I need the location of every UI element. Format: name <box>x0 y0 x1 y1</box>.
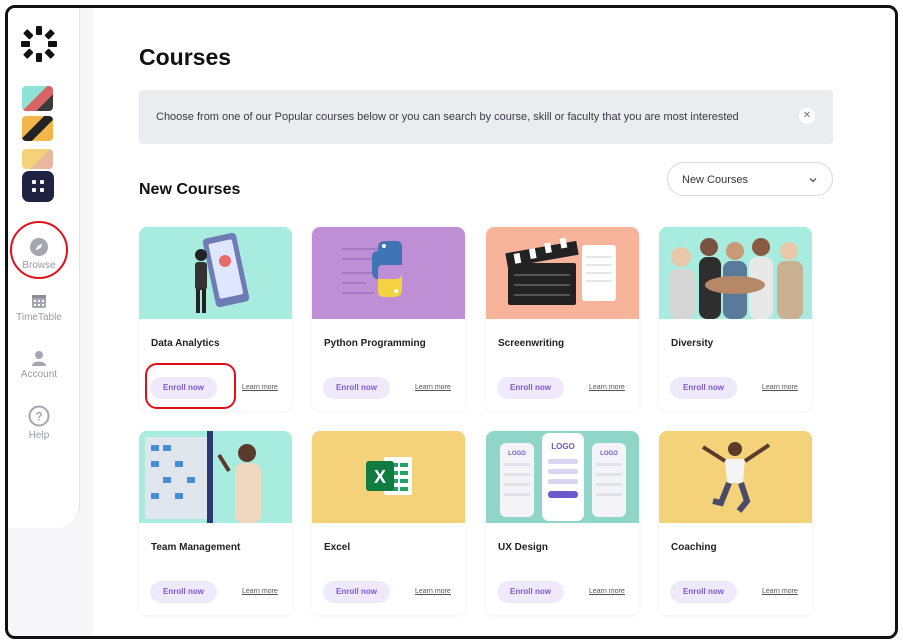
course-title: UX Design <box>498 542 549 553</box>
enroll-button[interactable]: Enroll now <box>670 581 737 603</box>
avatar[interactable] <box>22 116 53 141</box>
course-filter-dropdown[interactable]: New Courses <box>667 162 833 196</box>
svg-text:?: ? <box>35 410 42 424</box>
info-banner: Choose from one of our Popular courses b… <box>139 90 833 144</box>
learn-more-link[interactable]: Learn more <box>415 384 451 391</box>
course-title: Excel <box>324 542 351 553</box>
learn-more-link[interactable]: Learn more <box>589 384 625 391</box>
logo-icon <box>21 26 57 62</box>
nav-timetable[interactable]: TimeTable <box>8 293 70 323</box>
enroll-button[interactable]: Enroll now <box>497 377 564 399</box>
page-title: Courses <box>139 44 232 70</box>
course-image <box>486 227 639 319</box>
close-icon[interactable]: ✕ <box>799 108 815 124</box>
app-window: Browse TimeTable Account ? Help Courses … <box>5 5 898 639</box>
svg-text:X: X <box>374 467 386 487</box>
nav-help[interactable]: ? Help <box>8 405 70 441</box>
enroll-button[interactable]: Enroll now <box>497 581 564 603</box>
nav-label: Help <box>28 430 50 441</box>
enroll-button[interactable]: Enroll now <box>150 581 217 603</box>
course-image <box>312 227 465 319</box>
banner-text: Choose from one of our Popular courses b… <box>156 111 739 123</box>
course-card[interactable]: Team Management Enroll now Learn more <box>139 431 292 615</box>
highlight-outline <box>145 363 236 409</box>
calendar-icon <box>32 295 46 308</box>
sidebar: Browse TimeTable Account ? Help <box>8 8 80 528</box>
course-card[interactable]: Python Programming Enroll now Learn more <box>312 227 465 411</box>
course-image <box>139 227 292 319</box>
enroll-button[interactable]: Enroll now <box>670 377 737 399</box>
highlight-circle <box>10 221 68 279</box>
grid-icon <box>32 180 44 192</box>
course-card[interactable]: X Excel Enroll now Learn more <box>312 431 465 615</box>
course-title: Diversity <box>671 338 714 349</box>
nav-label: Account <box>20 369 58 380</box>
svg-text:LOGO: LOGO <box>508 451 526 457</box>
course-image <box>139 431 292 523</box>
nav-label: TimeTable <box>16 312 62 323</box>
avatar[interactable] <box>22 149 53 169</box>
learn-more-link[interactable]: Learn more <box>242 384 278 391</box>
person-icon <box>32 351 46 366</box>
main-content: Courses Choose from one of our Popular c… <box>93 8 895 636</box>
course-image: X <box>312 431 465 523</box>
course-card[interactable]: Screenwriting Enroll now Learn more <box>486 227 639 411</box>
question-icon: ? <box>28 405 50 427</box>
enroll-button[interactable]: Enroll now <box>323 377 390 399</box>
course-title: Python Programming <box>324 338 426 349</box>
course-title: Data Analytics <box>151 338 220 349</box>
chevron-down-icon <box>809 178 817 183</box>
learn-more-link[interactable]: Learn more <box>589 588 625 595</box>
svg-text:LOGO: LOGO <box>551 442 575 451</box>
nav-account[interactable]: Account <box>8 350 70 380</box>
course-card[interactable]: LOGO LOGO LOGO UX Design Enroll now Lear… <box>486 431 639 615</box>
course-image <box>659 227 812 319</box>
apps-button[interactable] <box>22 171 54 202</box>
svg-text:LOGO: LOGO <box>600 451 618 457</box>
learn-more-link[interactable]: Learn more <box>762 384 798 391</box>
course-title: Screenwriting <box>498 338 565 349</box>
avatar[interactable] <box>22 86 53 111</box>
learn-more-link[interactable]: Learn more <box>762 588 798 595</box>
learn-more-link[interactable]: Learn more <box>415 588 451 595</box>
dropdown-value: New Courses <box>682 174 749 186</box>
course-title: Coaching <box>671 542 717 553</box>
learn-more-link[interactable]: Learn more <box>242 588 278 595</box>
enroll-button[interactable]: Enroll now <box>323 581 390 603</box>
course-image: LOGO LOGO LOGO <box>486 431 639 523</box>
course-title: Team Management <box>151 542 241 553</box>
section-title: New Courses <box>139 181 241 198</box>
course-card[interactable]: Coaching Enroll now Learn more <box>659 431 812 615</box>
course-image <box>659 431 812 523</box>
course-card[interactable]: Diversity Enroll now Learn more <box>659 227 812 411</box>
